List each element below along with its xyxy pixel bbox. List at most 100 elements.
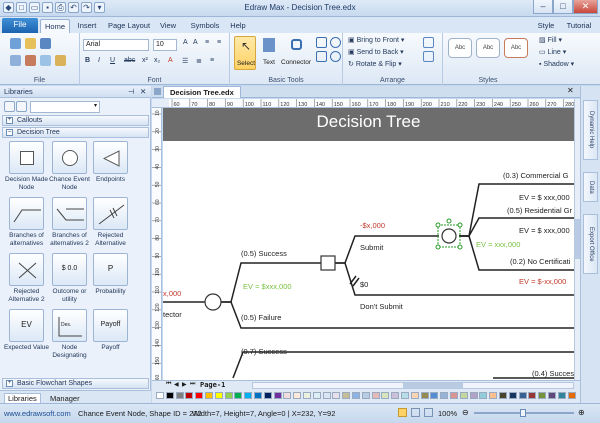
color-swatch[interactable] xyxy=(175,392,184,399)
copy-icon[interactable] xyxy=(40,55,51,66)
tab-symbols[interactable]: Symbols xyxy=(186,19,224,33)
shadow-button[interactable]: ▪ Shadow ▾ xyxy=(539,60,574,68)
color-swatch[interactable] xyxy=(440,392,449,399)
zoom-slider[interactable] xyxy=(474,409,574,417)
open-folder-icon[interactable] xyxy=(25,38,36,49)
font-size-select[interactable]: 10 xyxy=(153,39,177,51)
tab-export-office[interactable]: Export Office xyxy=(583,214,598,274)
tab-file[interactable]: File xyxy=(2,18,38,33)
maximize-button[interactable]: □ xyxy=(553,0,573,14)
color-swatch[interactable] xyxy=(381,392,390,399)
color-swatch[interactable] xyxy=(508,392,517,399)
category-decision-tree[interactable]: – Decision Tree xyxy=(2,127,149,138)
color-swatch[interactable] xyxy=(156,392,164,399)
color-swatch[interactable] xyxy=(410,392,419,399)
italic-icon[interactable]: I xyxy=(98,57,100,64)
page-tab[interactable]: Page-1 xyxy=(200,381,225,389)
tab-home[interactable]: Home xyxy=(40,19,70,33)
view-fullscreen-icon[interactable] xyxy=(411,408,420,417)
color-swatch[interactable] xyxy=(518,392,527,399)
color-swatch[interactable] xyxy=(165,392,174,399)
style-menu[interactable]: Style xyxy=(532,19,560,33)
center-icon[interactable]: ≣ xyxy=(196,57,202,65)
text-tool-button[interactable]: Text xyxy=(258,36,280,70)
print-icon[interactable] xyxy=(10,55,21,66)
color-swatch[interactable] xyxy=(557,392,566,399)
shape-payoff[interactable]: Payoff Payoff xyxy=(91,309,130,389)
color-swatch[interactable] xyxy=(420,392,429,399)
color-swatch[interactable] xyxy=(430,392,439,399)
tutorial-menu[interactable]: Tutorial xyxy=(562,19,596,33)
align-shapes-icon[interactable] xyxy=(423,51,434,62)
next-page-icon[interactable]: ▶ xyxy=(182,381,187,388)
color-swatch[interactable] xyxy=(273,392,282,399)
bold-icon[interactable]: B xyxy=(85,57,90,64)
color-swatch[interactable] xyxy=(548,392,556,399)
rectangle-tool-icon[interactable] xyxy=(316,51,327,62)
new-doc-icon[interactable] xyxy=(10,38,21,49)
tab-data[interactable]: Data xyxy=(583,172,598,202)
view-normal-icon[interactable] xyxy=(398,408,407,417)
color-swatch[interactable] xyxy=(538,392,547,399)
close-button[interactable]: ✕ xyxy=(573,0,598,14)
line-button[interactable]: ▭ Line ▾ xyxy=(539,48,566,56)
color-swatch[interactable] xyxy=(195,392,204,399)
library-open-icon[interactable] xyxy=(16,101,27,112)
chevron-down-icon[interactable]: ▾ xyxy=(94,102,97,109)
bullets-icon[interactable]: ☰ xyxy=(182,57,188,65)
category-basic-flowchart[interactable]: + Basic Flowchart Shapes xyxy=(2,378,149,389)
prev-page-icon[interactable]: ◀ xyxy=(174,381,179,388)
color-swatch[interactable] xyxy=(479,392,488,399)
tab-help[interactable]: Help xyxy=(228,19,248,33)
decision-tree-diagram[interactable]: (0.3) Commercial G EV = $ xxx,000 (0.5) … xyxy=(163,108,574,380)
color-swatch[interactable] xyxy=(342,392,351,399)
paste-icon[interactable] xyxy=(55,55,66,66)
library-select[interactable] xyxy=(30,101,100,113)
justify-icon[interactable]: ≡ xyxy=(210,57,214,64)
color-swatch[interactable] xyxy=(322,392,331,399)
color-swatch[interactable] xyxy=(263,392,272,399)
group-shapes-icon[interactable] xyxy=(423,37,434,48)
horizontal-scrollbar[interactable] xyxy=(252,382,574,389)
align-left-icon[interactable]: ≡ xyxy=(205,39,209,46)
zoom-in-icon[interactable]: ⊕ xyxy=(578,408,585,417)
subscript-icon[interactable]: x₂ xyxy=(154,57,160,64)
fill-button[interactable]: ▨ Fill ▾ xyxy=(539,36,562,44)
minimize-button[interactable]: – xyxy=(533,0,553,14)
tab-dynamic-help[interactable]: Dynamic Help xyxy=(583,100,598,160)
color-swatch[interactable] xyxy=(293,392,302,399)
arc-tool-icon[interactable] xyxy=(330,37,341,48)
rotate-flip-button[interactable]: ↻ Rotate & Flip ▾ xyxy=(348,60,402,68)
shape-node-designating[interactable]: Des. Node Designating xyxy=(50,309,89,389)
color-swatch[interactable] xyxy=(332,392,341,399)
zoom-out-icon[interactable]: ⊖ xyxy=(462,408,469,417)
first-page-icon[interactable]: ⏮ xyxy=(166,381,171,388)
color-swatch[interactable] xyxy=(283,392,292,399)
color-swatch[interactable] xyxy=(371,392,380,399)
color-swatch[interactable] xyxy=(567,392,576,399)
font-name-select[interactable]: Arial xyxy=(83,39,149,51)
color-swatch[interactable] xyxy=(352,392,360,399)
zoom-slider-thumb[interactable] xyxy=(520,409,526,417)
shrink-font-icon[interactable]: A xyxy=(193,39,198,46)
color-swatch[interactable] xyxy=(528,392,537,399)
color-swatch[interactable] xyxy=(234,392,243,399)
color-swatch[interactable] xyxy=(401,392,409,399)
pin-icon[interactable]: ⊣ xyxy=(128,86,135,97)
last-page-icon[interactable]: ⏭ xyxy=(190,381,195,388)
color-swatch[interactable] xyxy=(499,392,507,399)
website-link[interactable]: www.edrawsoft.com xyxy=(4,409,71,418)
color-swatch[interactable] xyxy=(312,392,321,399)
tab-manager[interactable]: Manager xyxy=(50,394,80,403)
view-fit-icon[interactable] xyxy=(424,408,433,417)
style-preset-3[interactable]: Abc xyxy=(504,38,528,58)
ellipse-tool-icon[interactable] xyxy=(330,51,341,62)
grow-font-icon[interactable]: A xyxy=(183,39,188,46)
category-callouts[interactable]: + Callouts xyxy=(2,115,149,126)
doc-close-icon[interactable]: ✕ xyxy=(567,86,574,95)
color-swatch[interactable] xyxy=(489,392,498,399)
superscript-icon[interactable]: x² xyxy=(142,57,148,64)
color-swatch[interactable] xyxy=(450,392,458,399)
tab-view[interactable]: View xyxy=(157,19,179,33)
color-swatch[interactable] xyxy=(214,392,223,399)
